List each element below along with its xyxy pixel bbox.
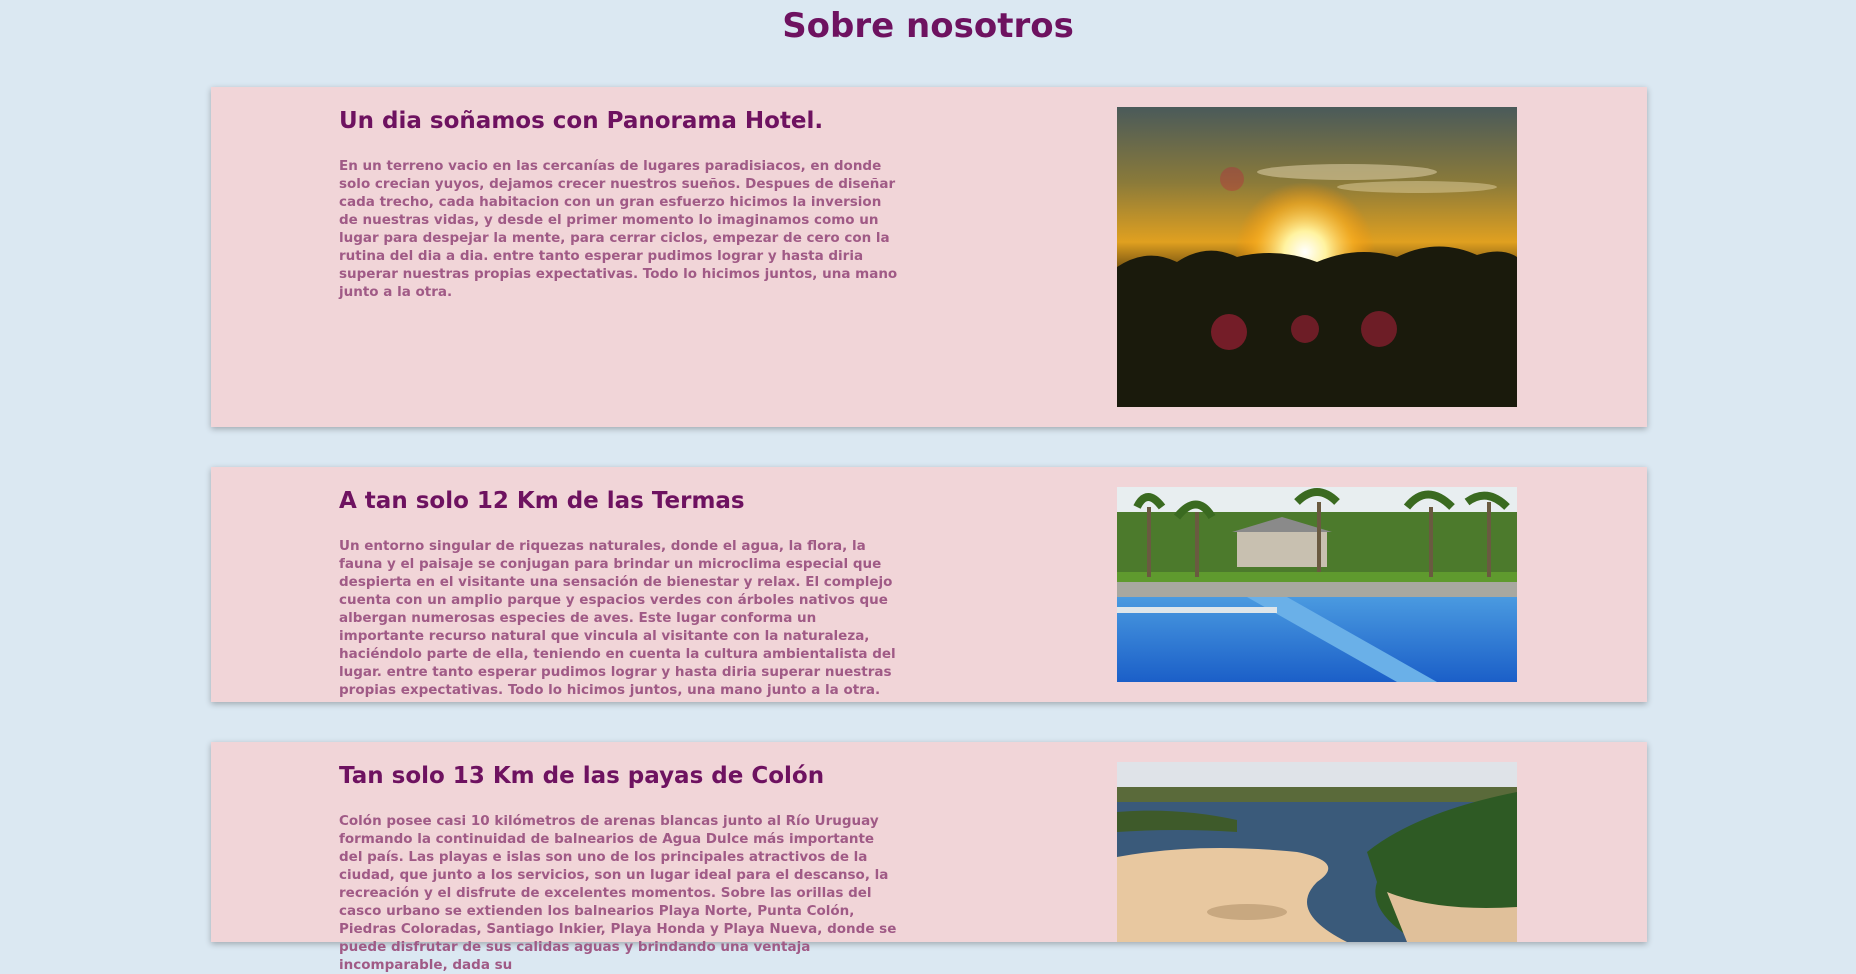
about-card-2: A tan solo 12 Km de las Termas Un entorn… (211, 467, 1647, 702)
section-text: Colón posee casi 10 kilómetros de arenas… (339, 813, 897, 973)
pool-photo (1117, 487, 1517, 682)
about-card-3: Tan solo 13 Km de las payas de Colón Col… (211, 742, 1647, 973)
page-title: Sobre nosotros (782, 6, 1074, 46)
section-title: Un dia soñamos con Panorama Hotel. (339, 108, 824, 134)
section-text: En un terreno vacio en las cercanías de … (339, 158, 898, 300)
section-title: A tan solo 12 Km de las Termas (339, 488, 745, 514)
section-text: Un entorno singular de riquezas naturale… (339, 538, 896, 698)
sunset-photo (1117, 107, 1517, 407)
beach-river-photo (1117, 762, 1517, 942)
section-title: Tan solo 13 Km de las payas de Colón (339, 763, 825, 789)
about-card-1: Un dia soñamos con Panorama Hotel. En un… (211, 87, 1647, 427)
